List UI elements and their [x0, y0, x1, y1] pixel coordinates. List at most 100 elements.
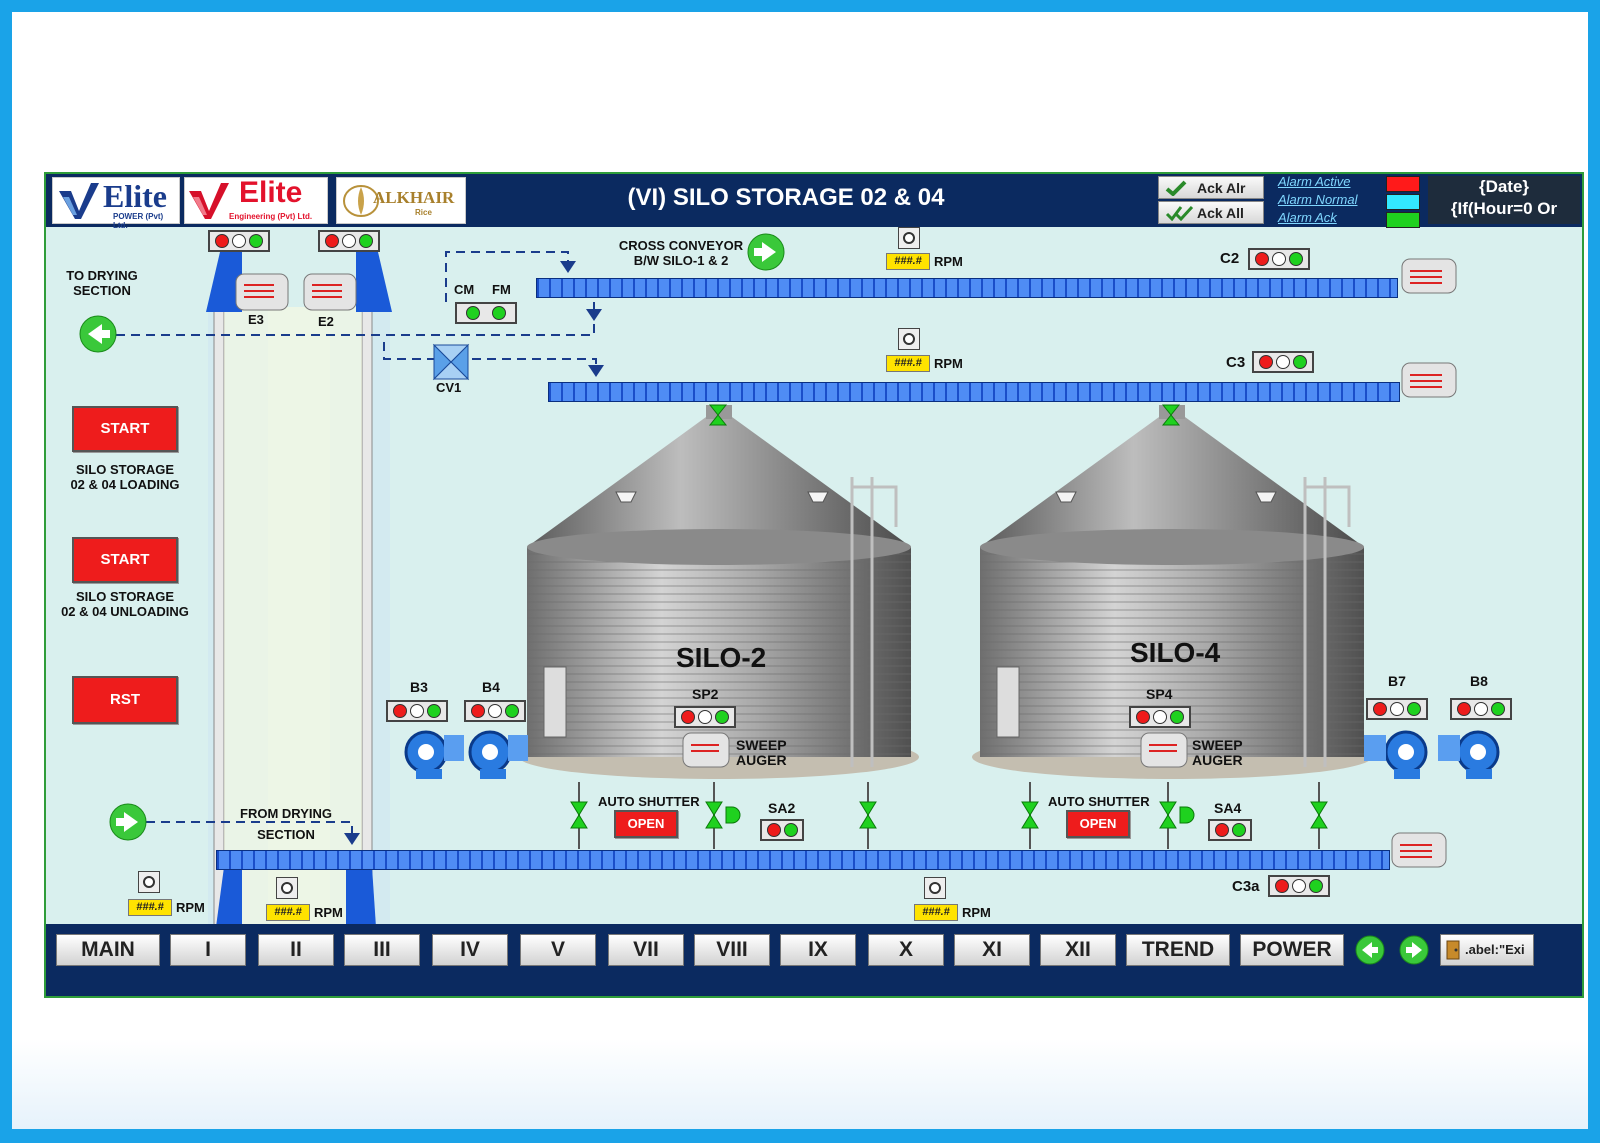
- sa4-label: SA4: [1214, 800, 1242, 816]
- alarm-ack-swatch: [1386, 212, 1420, 228]
- arrow-left-to-drying-icon[interactable]: [79, 315, 117, 353]
- sweep-auger-2-label: SWEEP AUGER: [736, 737, 787, 768]
- b3-label: B3: [410, 679, 428, 695]
- sp4-label: SP4: [1146, 686, 1173, 702]
- alarm-normal-swatch: [1386, 194, 1420, 210]
- nav-xi-button[interactable]: XI: [954, 934, 1030, 966]
- open-shutter-2-button[interactable]: OPEN: [614, 810, 678, 838]
- to-drying-label: TO DRYING SECTION: [66, 268, 138, 298]
- b7-status-lamps: [1366, 698, 1428, 720]
- nav-iii-button[interactable]: III: [344, 934, 420, 966]
- nav-vii-button[interactable]: VII: [608, 934, 684, 966]
- c3a-speed-indicator: [924, 877, 946, 899]
- b3-status-lamps: [386, 700, 448, 722]
- alarm-normal-label: Alarm Normal: [1278, 192, 1358, 207]
- nav-ii-button[interactable]: II: [258, 934, 334, 966]
- ack-alr-button[interactable]: Ack Alr: [1158, 176, 1264, 199]
- auto-shutter-4-label: AUTO SHUTTER: [1048, 794, 1150, 809]
- c3a-label: C3a: [1232, 878, 1260, 895]
- b4-label: B4: [482, 679, 500, 695]
- elevator-e2-head: [356, 252, 392, 312]
- nav-ix-button[interactable]: IX: [780, 934, 856, 966]
- nav-iv-button[interactable]: IV: [432, 934, 508, 966]
- e3-rpm-value: ###.#: [128, 899, 172, 916]
- e3-speed-indicator: [138, 871, 160, 893]
- conveyor-c3: [548, 382, 1400, 402]
- blower-b4-icon: [468, 730, 528, 779]
- alkhair-word: ALKHAIR: [373, 188, 455, 207]
- c3-status-lamps: [1252, 351, 1314, 373]
- motor-c2-icon: [1401, 258, 1457, 294]
- from-drying-label: FROM DRYING SECTION: [240, 806, 332, 842]
- b7-label: B7: [1388, 673, 1406, 689]
- window-frame: Elite POWER (Pvt) Ltd. Elite Engineering…: [12, 12, 1588, 1129]
- b4-status-lamps: [464, 700, 526, 722]
- e2-status-lamps: [318, 230, 380, 252]
- c2-speed-indicator: [898, 227, 920, 249]
- e2-label: E2: [318, 314, 334, 329]
- page-title: (VI) SILO STORAGE 02 & 04: [627, 184, 945, 211]
- exit-label: .abel:"Exi: [1465, 942, 1525, 957]
- open-shutter-4-button[interactable]: OPEN: [1066, 810, 1130, 838]
- check-icon: [1165, 180, 1187, 196]
- flow-arrow-1: [560, 261, 576, 273]
- nav-power-button[interactable]: POWER: [1240, 934, 1344, 966]
- motor-sp2-icon: [682, 732, 730, 768]
- rst-button[interactable]: RST: [72, 676, 178, 724]
- e3-status-lamps: [208, 230, 270, 252]
- ack-all-button[interactable]: Ack All: [1158, 201, 1264, 224]
- c3-rpm-unit: RPM: [934, 356, 963, 371]
- alarm-ack-label: Alarm Ack: [1278, 210, 1337, 225]
- b8-label: B8: [1470, 673, 1488, 689]
- c2-rpm-unit: RPM: [934, 254, 963, 269]
- nav-forward-arrow-icon[interactable]: [1398, 934, 1430, 966]
- motor-e3-icon: [235, 273, 289, 311]
- hmi-panel: Elite POWER (Pvt) Ltd. Elite Engineering…: [44, 172, 1584, 998]
- motor-c3a-icon: [1391, 832, 1447, 868]
- conveyor-c3a: [216, 850, 1390, 870]
- b8-status-lamps: [1450, 698, 1512, 720]
- silo-2-name: SILO-2: [676, 642, 767, 673]
- blower-b7-icon: [1364, 730, 1428, 779]
- motor-c3-icon: [1401, 362, 1457, 398]
- double-check-icon: [1165, 205, 1194, 221]
- sp2-label: SP2: [692, 686, 719, 702]
- auto-shutter-2-label: AUTO SHUTTER: [598, 794, 700, 809]
- e2-rpm-unit: RPM: [314, 905, 343, 920]
- nav-v-button[interactable]: V: [520, 934, 596, 966]
- loading-label: SILO STORAGE 02 & 04 LOADING: [70, 462, 180, 492]
- elite-engineering-logo: Elite Engineering (Pvt) Ltd.: [184, 176, 328, 224]
- fm-label: FM: [492, 282, 511, 297]
- elite-e-icon: [189, 183, 229, 219]
- nav-trend-button[interactable]: TREND: [1126, 934, 1230, 966]
- nav-x-button[interactable]: X: [868, 934, 944, 966]
- start-loading-button[interactable]: START: [72, 406, 178, 452]
- flow-arrow-3: [588, 365, 604, 377]
- alarm-active-swatch: [1386, 176, 1420, 192]
- header-bar: Elite POWER (Pvt) Ltd. Elite Engineering…: [46, 174, 1582, 230]
- date-line-2: {If(Hour=0 Or: [1450, 199, 1558, 218]
- alkhair-logo: ALKHAIR Rice: [336, 177, 466, 224]
- cm-label: CM: [454, 282, 475, 297]
- e3-rpm-unit: RPM: [176, 900, 205, 915]
- e3-label: E3: [248, 312, 264, 327]
- motor-e2-icon: [303, 273, 357, 311]
- elite-engineering-sub: Engineering (Pvt) Ltd.: [229, 212, 313, 221]
- silo-4-name: SILO-4: [1130, 637, 1221, 668]
- nav-viii-button[interactable]: VIII: [694, 934, 770, 966]
- unloading-label: SILO STORAGE 02 & 04 UNLOADING: [61, 589, 189, 619]
- nav-xii-button[interactable]: XII: [1040, 934, 1116, 966]
- cv1-label: CV1: [436, 380, 462, 395]
- date-line-1: {Date}: [1478, 177, 1530, 196]
- conveyor-c2: [536, 278, 1398, 298]
- start-unloading-button[interactable]: START: [72, 537, 178, 583]
- navigation-bar: MAIN I II III IV V VII VIII IX X XI XII …: [46, 924, 1582, 996]
- exit-button[interactable]: .abel:"Exi: [1440, 934, 1534, 966]
- arrow-right-from-drying-icon[interactable]: [109, 803, 147, 841]
- blower-b3-icon: [404, 730, 464, 779]
- nav-i-button[interactable]: I: [170, 934, 246, 966]
- nav-main-button[interactable]: MAIN: [56, 934, 160, 966]
- sweep-auger-4-label: SWEEP AUGER: [1192, 737, 1243, 768]
- nav-back-arrow-icon[interactable]: [1354, 934, 1386, 966]
- alkhair-sub: Rice: [415, 208, 432, 217]
